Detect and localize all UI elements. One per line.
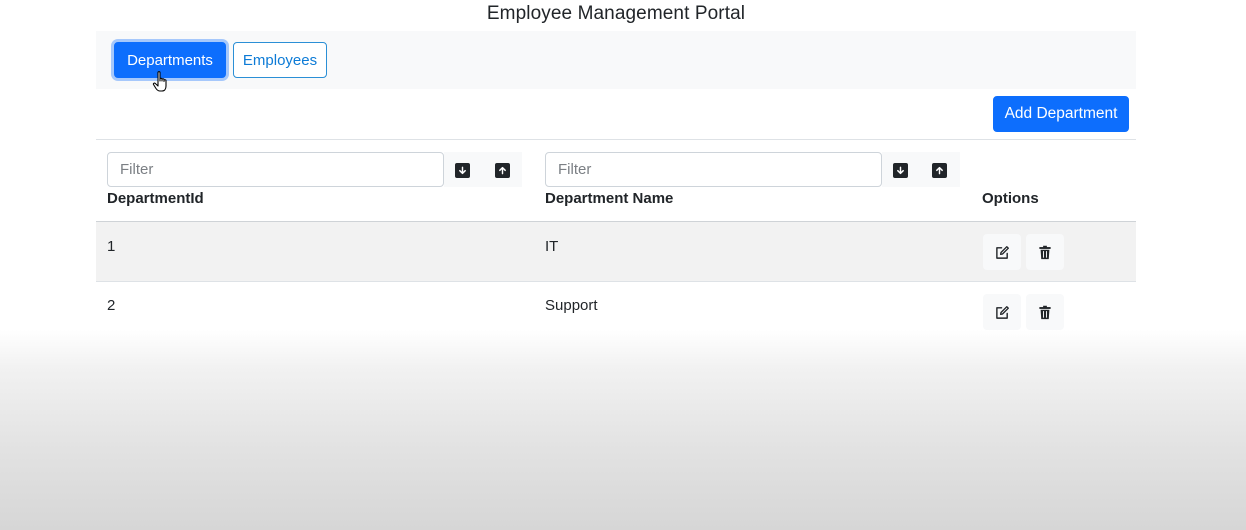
arrow-up-icon (499, 166, 506, 175)
edit-button[interactable] (983, 234, 1021, 270)
column-header-department-name: Department Name (545, 190, 674, 207)
arrow-down-icon (897, 166, 904, 175)
trash-icon (1039, 305, 1051, 319)
department-name-sort-asc-button[interactable] (932, 163, 947, 178)
delete-button[interactable] (1026, 234, 1064, 270)
table-row: 1 IT (96, 222, 1136, 281)
department-name-cell: Support (545, 297, 598, 314)
department-name-sort-desc-button[interactable] (893, 163, 908, 178)
tab-employees[interactable]: Employees (233, 42, 327, 78)
department-id-sort-desc-button[interactable] (455, 163, 470, 178)
department-id-cell: 2 (107, 297, 116, 314)
department-id-filter-input[interactable] (107, 152, 444, 187)
delete-button[interactable] (1026, 294, 1064, 330)
column-header-department-id: DepartmentId (107, 190, 204, 207)
department-id-sort-asc-button[interactable] (495, 163, 510, 178)
arrow-down-icon (459, 166, 466, 175)
column-header-options: Options (982, 190, 1039, 207)
add-department-button[interactable]: Add Department (993, 96, 1129, 132)
edit-icon (995, 245, 1009, 259)
page-title: Employee Management Portal (486, 3, 746, 24)
arrow-up-icon (936, 166, 943, 175)
edit-button[interactable] (983, 294, 1021, 330)
trash-icon (1039, 245, 1051, 259)
department-name-cell: IT (545, 238, 559, 255)
edit-icon (995, 305, 1009, 319)
hand-cursor-icon (152, 71, 167, 92)
table-row: 2 Support (96, 282, 1136, 341)
department-name-filter-input[interactable] (545, 152, 882, 187)
toolbar-divider (96, 139, 1136, 140)
department-id-cell: 1 (107, 238, 116, 255)
